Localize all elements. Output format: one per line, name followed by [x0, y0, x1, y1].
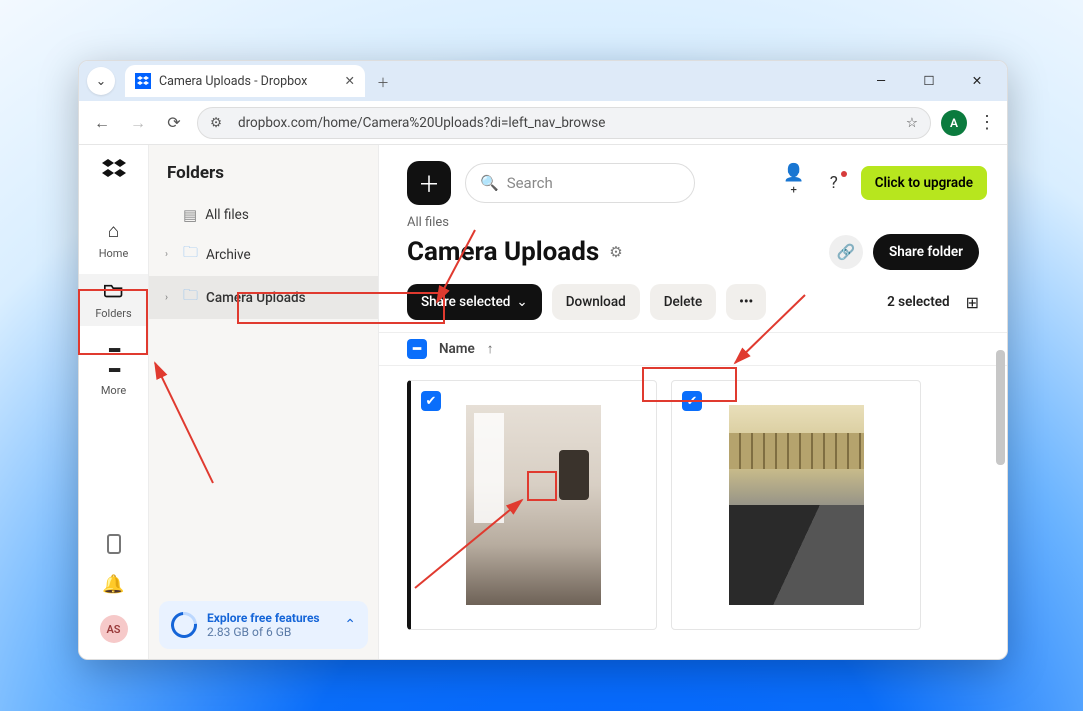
tab-title: Camera Uploads - Dropbox — [159, 74, 307, 89]
folder-blue-icon: 🗀 — [183, 242, 198, 267]
image-thumbnail — [466, 405, 601, 605]
browser-tab[interactable]: Camera Uploads - Dropbox ✕ — [125, 65, 365, 97]
omnibox[interactable]: ⚙ dropbox.com/home/Camera%20Uploads?di=l… — [197, 107, 931, 139]
rail-more-label: More — [101, 384, 126, 397]
delete-button[interactable]: Delete — [650, 284, 716, 320]
user-avatar[interactable]: AS — [100, 615, 128, 643]
sort-asc-icon[interactable]: ↑ — [487, 341, 494, 357]
folder-blue-icon: 🗀 — [183, 285, 198, 310]
usage-ring-icon — [166, 607, 203, 644]
profile-avatar[interactable]: A — [941, 110, 967, 136]
nav-back-icon[interactable]: ← — [89, 113, 115, 133]
vertical-scrollbar[interactable] — [995, 205, 1005, 626]
page-title: Camera Uploads — [407, 237, 599, 267]
dropbox-favicon-icon — [135, 73, 151, 89]
folder-settings-icon[interactable]: ⚙ — [609, 243, 622, 261]
address-bar: ← → ⟳ ⚙ dropbox.com/home/Camera%20Upload… — [79, 101, 1007, 145]
help-icon[interactable]: ? — [821, 173, 847, 193]
search-placeholder: Search — [507, 174, 553, 192]
select-all-checkbox[interactable]: ━ — [407, 339, 427, 359]
notifications-icon[interactable]: 🔔 — [102, 574, 124, 595]
tree-camera-uploads-label: Camera Uploads — [206, 290, 306, 306]
browser-window: ⌄ Camera Uploads - Dropbox ✕ ＋ — ☐ ✕ ← →… — [78, 60, 1008, 660]
folders-heading: Folders — [149, 145, 378, 197]
apps-grid-icon: ▪▪▪▪▪▪ — [108, 340, 119, 380]
folder-icon — [104, 280, 124, 303]
file-checkbox[interactable]: ✔ — [421, 391, 441, 411]
tree-all-files-label: All files — [205, 207, 249, 223]
dropbox-logo-icon[interactable] — [102, 159, 126, 187]
home-icon: ⌂ — [108, 219, 119, 243]
breadcrumb[interactable]: All files — [379, 215, 1007, 230]
upgrade-button[interactable]: Click to upgrade — [861, 166, 987, 200]
window-close-button[interactable]: ✕ — [955, 65, 999, 97]
more-actions-button[interactable]: ••• — [726, 284, 766, 320]
site-settings-icon[interactable]: ⚙ — [210, 115, 228, 131]
main-panel: ＋ 🔍 Search 👤⁺ ? Click to upgrade All fil… — [379, 145, 1007, 659]
view-grid-icon[interactable]: ⊞ — [966, 293, 979, 312]
table-header: ━ Name ↑ — [379, 332, 1007, 366]
tab-close-icon[interactable]: ✕ — [345, 73, 355, 89]
window-maximize-button[interactable]: ☐ — [907, 65, 951, 97]
rail-folders-label: Folders — [95, 307, 131, 320]
tree-all-files[interactable]: › ▤ All files — [149, 197, 378, 233]
tree-archive-label: Archive — [206, 247, 251, 263]
chevron-down-icon: ⌄ — [516, 294, 527, 310]
chevron-right-icon: › — [165, 249, 175, 260]
search-icon: 🔍 — [480, 174, 499, 192]
invite-icon[interactable]: 👤⁺ — [781, 163, 807, 203]
rail-folders[interactable]: Folders — [79, 274, 148, 326]
column-name[interactable]: Name — [439, 341, 475, 357]
tab-search-icon[interactable]: ⌄ — [87, 67, 115, 95]
app-content: ⌂ Home Folders ▪▪▪▪▪▪ More 🔔 AS Fol — [79, 145, 1007, 659]
copy-link-button[interactable]: 🔗 — [829, 235, 863, 269]
chevron-right-icon: › — [165, 292, 175, 303]
tree-archive[interactable]: › 🗀 Archive — [149, 233, 378, 276]
selection-count: 2 selected — [887, 294, 949, 310]
rail-toggle-icon[interactable] — [107, 534, 121, 554]
explore-banner[interactable]: Explore free features 2.83 GB of 6 GB ⌃ — [159, 601, 368, 649]
explore-usage: 2.83 GB of 6 GB — [207, 625, 291, 639]
file-checkbox[interactable]: ✔ — [682, 391, 702, 411]
download-button[interactable]: Download — [552, 284, 640, 320]
rail-home-label: Home — [99, 247, 129, 260]
explore-title: Explore free features — [207, 611, 320, 625]
file-card[interactable]: ✔ — [671, 380, 921, 630]
search-input[interactable]: 🔍 Search — [465, 163, 695, 203]
create-button[interactable]: ＋ — [407, 161, 451, 205]
all-files-icon: ▤ — [183, 206, 197, 224]
window-minimize-button[interactable]: — — [859, 65, 903, 97]
share-selected-button[interactable]: Share selected ⌄ — [407, 284, 542, 320]
browser-menu-icon[interactable]: ⋮ — [977, 112, 997, 133]
folders-panel: Folders › ▤ All files › 🗀 Archive › 🗀 Ca… — [149, 145, 379, 659]
new-tab-button[interactable]: ＋ — [369, 67, 397, 95]
image-thumbnail — [729, 405, 864, 605]
tree-camera-uploads[interactable]: › 🗀 Camera Uploads — [149, 276, 378, 319]
share-folder-button[interactable]: Share folder — [873, 234, 979, 270]
side-rail: ⌂ Home Folders ▪▪▪▪▪▪ More 🔔 AS — [79, 145, 149, 659]
url-text: dropbox.com/home/Camera%20Uploads?di=lef… — [238, 115, 896, 131]
file-grid: ✔ ✔ — [379, 366, 1007, 659]
titlebar: ⌄ Camera Uploads - Dropbox ✕ ＋ — ☐ ✕ — [79, 61, 1007, 101]
nav-forward-icon[interactable]: → — [125, 113, 151, 133]
bookmark-star-icon[interactable]: ☆ — [906, 115, 918, 131]
chevron-up-icon: ⌃ — [344, 617, 356, 633]
top-toolbar: ＋ 🔍 Search 👤⁺ ? Click to upgrade — [379, 145, 1007, 215]
rail-home[interactable]: ⌂ Home — [79, 213, 148, 266]
file-card[interactable]: ✔ — [407, 380, 657, 630]
nav-reload-icon[interactable]: ⟳ — [161, 113, 187, 132]
action-row: Share selected ⌄ Download Delete ••• 2 s… — [379, 278, 1007, 332]
rail-more[interactable]: ▪▪▪▪▪▪ More — [79, 334, 148, 403]
